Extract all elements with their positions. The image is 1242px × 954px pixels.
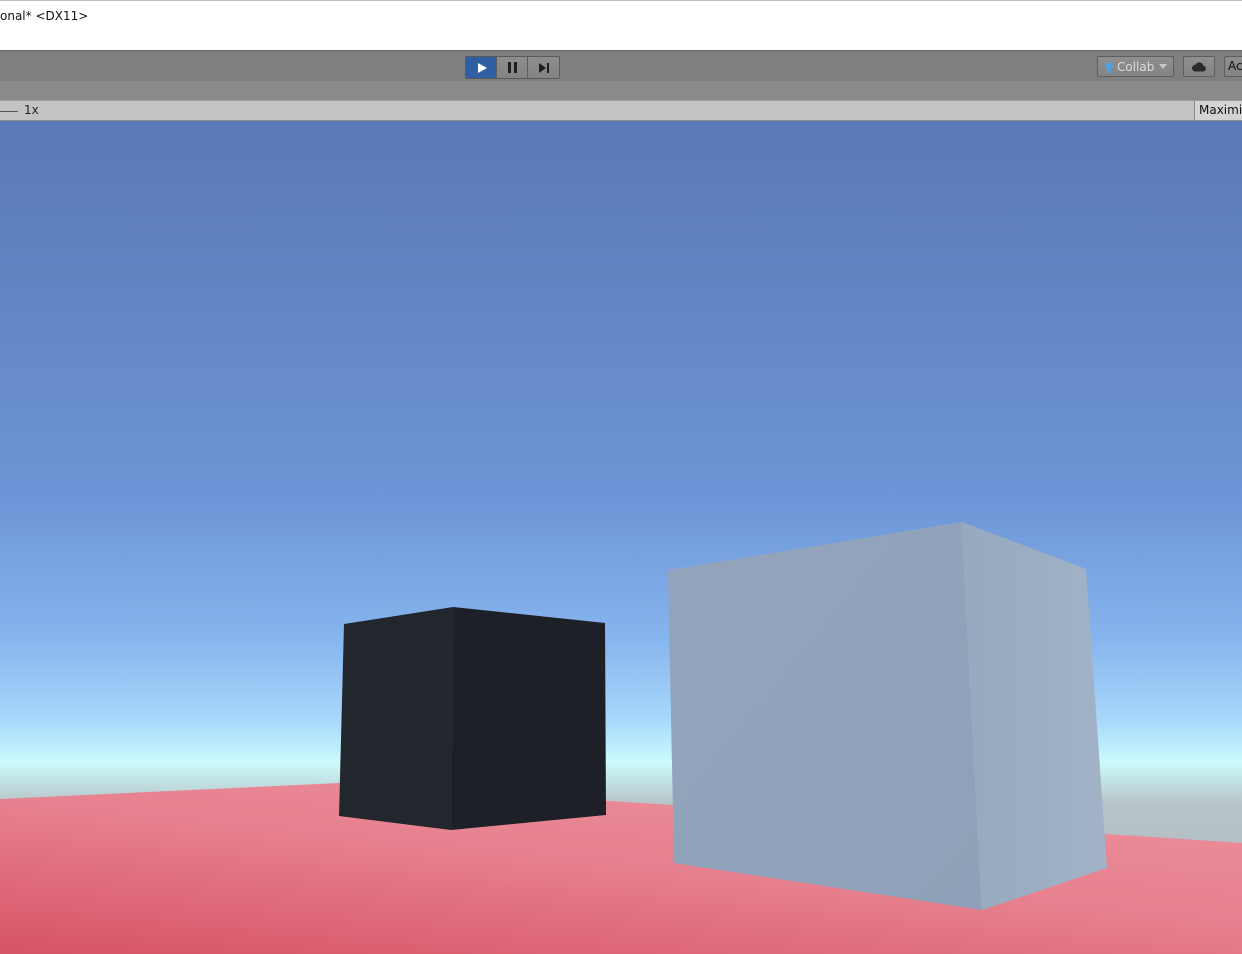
game-viewport[interactable]	[0, 121, 1242, 954]
window-title: onal* <DX11>	[0, 9, 89, 23]
up-arrow-icon	[1104, 60, 1114, 73]
play-icon	[477, 62, 487, 73]
play-button[interactable]	[466, 57, 497, 78]
pause-button[interactable]	[497, 57, 528, 78]
main-toolbar: Collab Ac	[0, 50, 1242, 81]
toolbar-gap	[0, 81, 1242, 100]
scale-slider[interactable]	[0, 111, 18, 112]
pause-icon	[507, 62, 517, 73]
step-button[interactable]	[528, 57, 559, 78]
step-icon	[538, 62, 549, 73]
cloud-icon	[1191, 61, 1206, 71]
maximize-on-play-button[interactable]: Maximiz	[1194, 101, 1242, 120]
playback-controls	[465, 56, 560, 79]
title-bar: onal* <DX11>	[0, 0, 1242, 50]
collab-label: Collab	[1117, 59, 1155, 74]
chevron-down-icon	[1159, 64, 1168, 69]
account-dropdown[interactable]: Ac	[1224, 56, 1242, 77]
collab-dropdown[interactable]: Collab	[1097, 56, 1174, 77]
cloud-button[interactable]	[1183, 56, 1215, 77]
scale-label: 1x	[24, 103, 39, 117]
game-view-toolbar: 1x Maximiz	[0, 100, 1242, 121]
scene-render	[0, 121, 1242, 954]
dark-cube	[339, 606, 606, 831]
light-cube	[668, 521, 1107, 911]
